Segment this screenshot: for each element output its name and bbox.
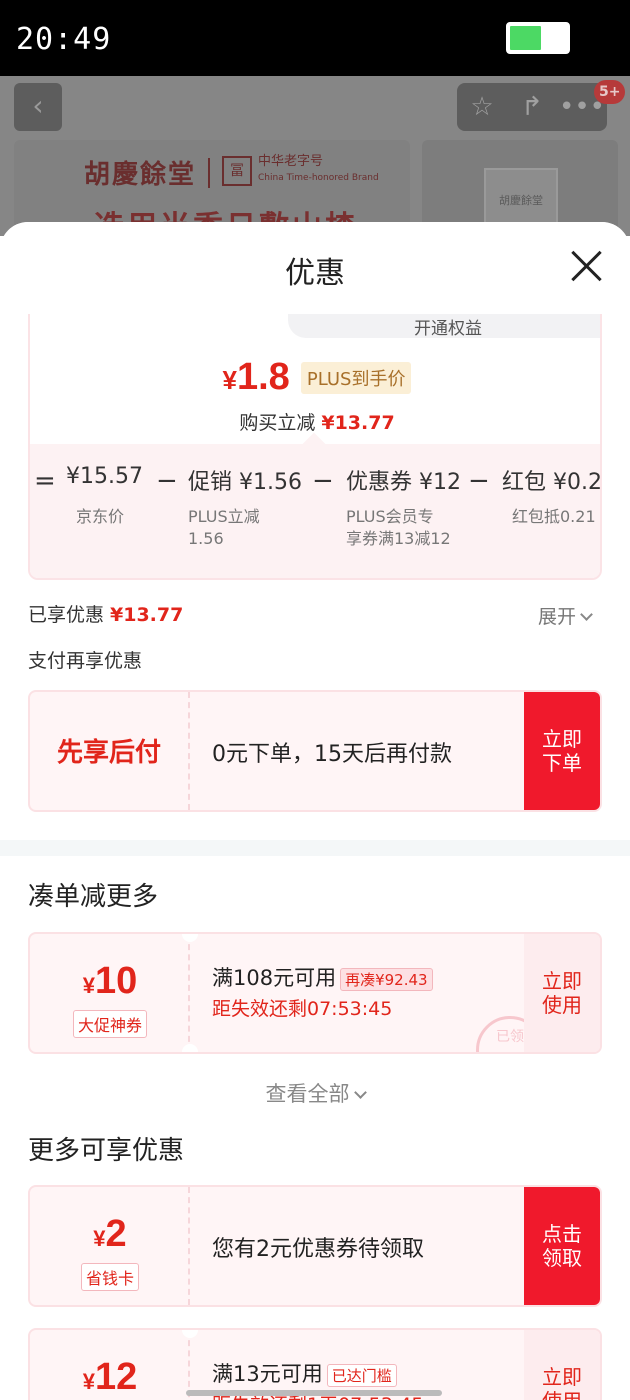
plus-price-tag: PLUS到手价 [300,361,412,394]
coupon-type-tag: 省钱卡 [80,1263,139,1291]
coupon-condition: 满13元可用 [212,1362,323,1386]
saved-label: 已享优惠 [28,604,105,626]
close-icon[interactable] [566,246,606,286]
coupon-amount: 2 [105,1213,127,1255]
discount-sheet: 优惠 现在买 开通权益 ¥1.8 PLUS到手价 购买立减¥13.77 = ¥1… [0,222,630,1400]
breakdown-operator: = [34,466,56,496]
breakdown-operator: − [468,466,490,496]
buy-amount: ¥13.77 [321,412,395,434]
background-product-page: ‹ ☆ ↱ ••• 5+ 胡慶餘堂 冨 中华老字号 China Time-hon… [0,76,630,236]
breakdown-desc: PLUS立减 1.56 [188,507,260,548]
coupon-text: 您有2元优惠券待领取 [212,1237,424,1262]
sheet-title: 优惠 [285,257,345,290]
bnpl-content: 0元下单，15天后再付款 [212,692,524,810]
price-value: 1.8 [236,356,290,398]
section-more-title: 更多可享优惠 [28,1135,185,1165]
brand-subtitle: 中华老字号 China Time-honored Brand [258,154,379,186]
buy-label: 购买立减 [239,412,316,434]
coupon-currency: ¥ [82,973,95,998]
brand-subtitle-en: China Time-honored Brand [258,173,379,183]
coupon-amount: 10 [94,960,138,1002]
coupon-card[interactable]: ¥10 大促神券 满108元可用 再凑¥92.43 距失效还剩07:53:45 已… [28,932,602,1054]
use-now-button[interactable]: 立即 使用 [524,934,600,1052]
brand-subtitle-cn: 中华老字号 [258,154,324,169]
coupon-threshold-tag: 已达门槛 [326,1363,397,1387]
breakdown-item: ¥15.57 [66,464,143,489]
battery-level [510,26,541,50]
coupon-content: 满108元可用 再凑¥92.43 距失效还剩07:53:45 [212,934,524,1052]
breakdown-operator: − [312,466,334,496]
brand-name: 胡慶餘堂 [84,160,197,190]
back-button[interactable]: ‹ [14,83,62,131]
price-breakdown: = ¥15.57 京东价 − 促销 ¥1.56 PLUS立减 1.56 − 优惠… [30,432,602,578]
breakdown-operator: − [156,466,178,496]
breakdown-desc: 京东价 [76,507,125,526]
coupon-value: ¥10 大促神券 [30,934,190,1052]
expand-button[interactable]: 展开 [538,602,593,629]
breakdown-desc: PLUS会员专 享券满13减12 [346,507,451,548]
price-card: 现在买 开通权益 ¥1.8 PLUS到手价 购买立减¥13.77 = ¥15.5… [28,292,602,580]
view-all-button[interactable]: 查看全部 [0,1078,630,1108]
chevron-down-icon [353,1086,367,1099]
status-bar: 20:49 [0,0,630,76]
use-now-button[interactable]: 立即 使用 [524,1330,600,1400]
battery-icon [506,22,570,54]
bnpl-left: 先享后付 [30,692,190,810]
bnpl-text: 0元下单，15天后再付款 [212,742,452,767]
breakdown-item: 促销 ¥1.56 [188,470,302,495]
expand-label: 展开 [538,606,577,628]
product-box-label: 胡慶餘堂 [499,194,543,207]
coupon-value: ¥12 [30,1330,190,1400]
status-time: 20:49 [16,22,112,57]
coupon-notch [182,934,198,942]
star-icon[interactable]: ☆ [457,83,507,131]
saved-amount: ¥13.77 [110,604,184,626]
coupon-value: ¥2 省钱卡 [30,1187,190,1305]
saved-discount: 已享优惠 ¥13.77 [28,600,183,627]
coupon-countdown: 距失效还剩07:53:45 [212,998,393,1020]
final-price: ¥1.8 PLUS到手价 [30,356,600,399]
breakdown-item: 红包 ¥0.21 [502,470,602,495]
home-indicator [186,1390,442,1396]
sheet-header: 优惠 [0,222,630,314]
message-badge: 5+ [594,80,626,104]
coupon-card[interactable]: ¥2 省钱卡 您有2元优惠券待领取 点击 领取 [28,1185,602,1307]
coupon-gap-tag: 再凑¥92.43 [340,967,433,991]
bnpl-card[interactable]: 先享后付 0元下单，15天后再付款 立即 下单 [28,690,602,812]
coupon-amount: 12 [94,1356,138,1398]
coupon-type-tag: 大促神券 [72,1010,147,1038]
claim-button[interactable]: 点击 领取 [524,1187,600,1305]
coupon-notch [182,1044,198,1052]
chevron-down-icon [580,608,593,621]
coupon-condition: 满108元可用 [212,966,337,990]
coupon-currency: ¥ [93,1226,106,1251]
coupon-notch [182,1330,198,1338]
section-combine-title: 凑单减更多 [28,881,159,911]
pay-section-title: 支付再享优惠 [28,650,143,672]
brand-divider [208,158,210,188]
breakdown-desc: 红包抵0.21 [512,507,596,526]
share-icon[interactable]: ↱ [507,83,557,131]
breakdown-item: 优惠券 ¥12 [346,470,461,495]
price-currency: ¥ [222,365,237,395]
chevron-left-icon: ‹ [32,89,44,122]
top-actions: ☆ ↱ ••• [457,83,607,131]
order-now-button[interactable]: 立即 下单 [524,692,600,810]
brand-seal: 冨 [222,156,252,186]
bnpl-label: 先享后付 [56,738,161,768]
buy-discount-line: 购买立减 ¥13.77 [30,408,600,435]
view-all-label: 查看全部 [265,1082,350,1106]
breakdown-caret [302,432,326,456]
coupon-content: 您有2元优惠券待领取 [212,1187,524,1305]
coupon-currency: ¥ [82,1369,95,1394]
section-divider [0,840,630,856]
